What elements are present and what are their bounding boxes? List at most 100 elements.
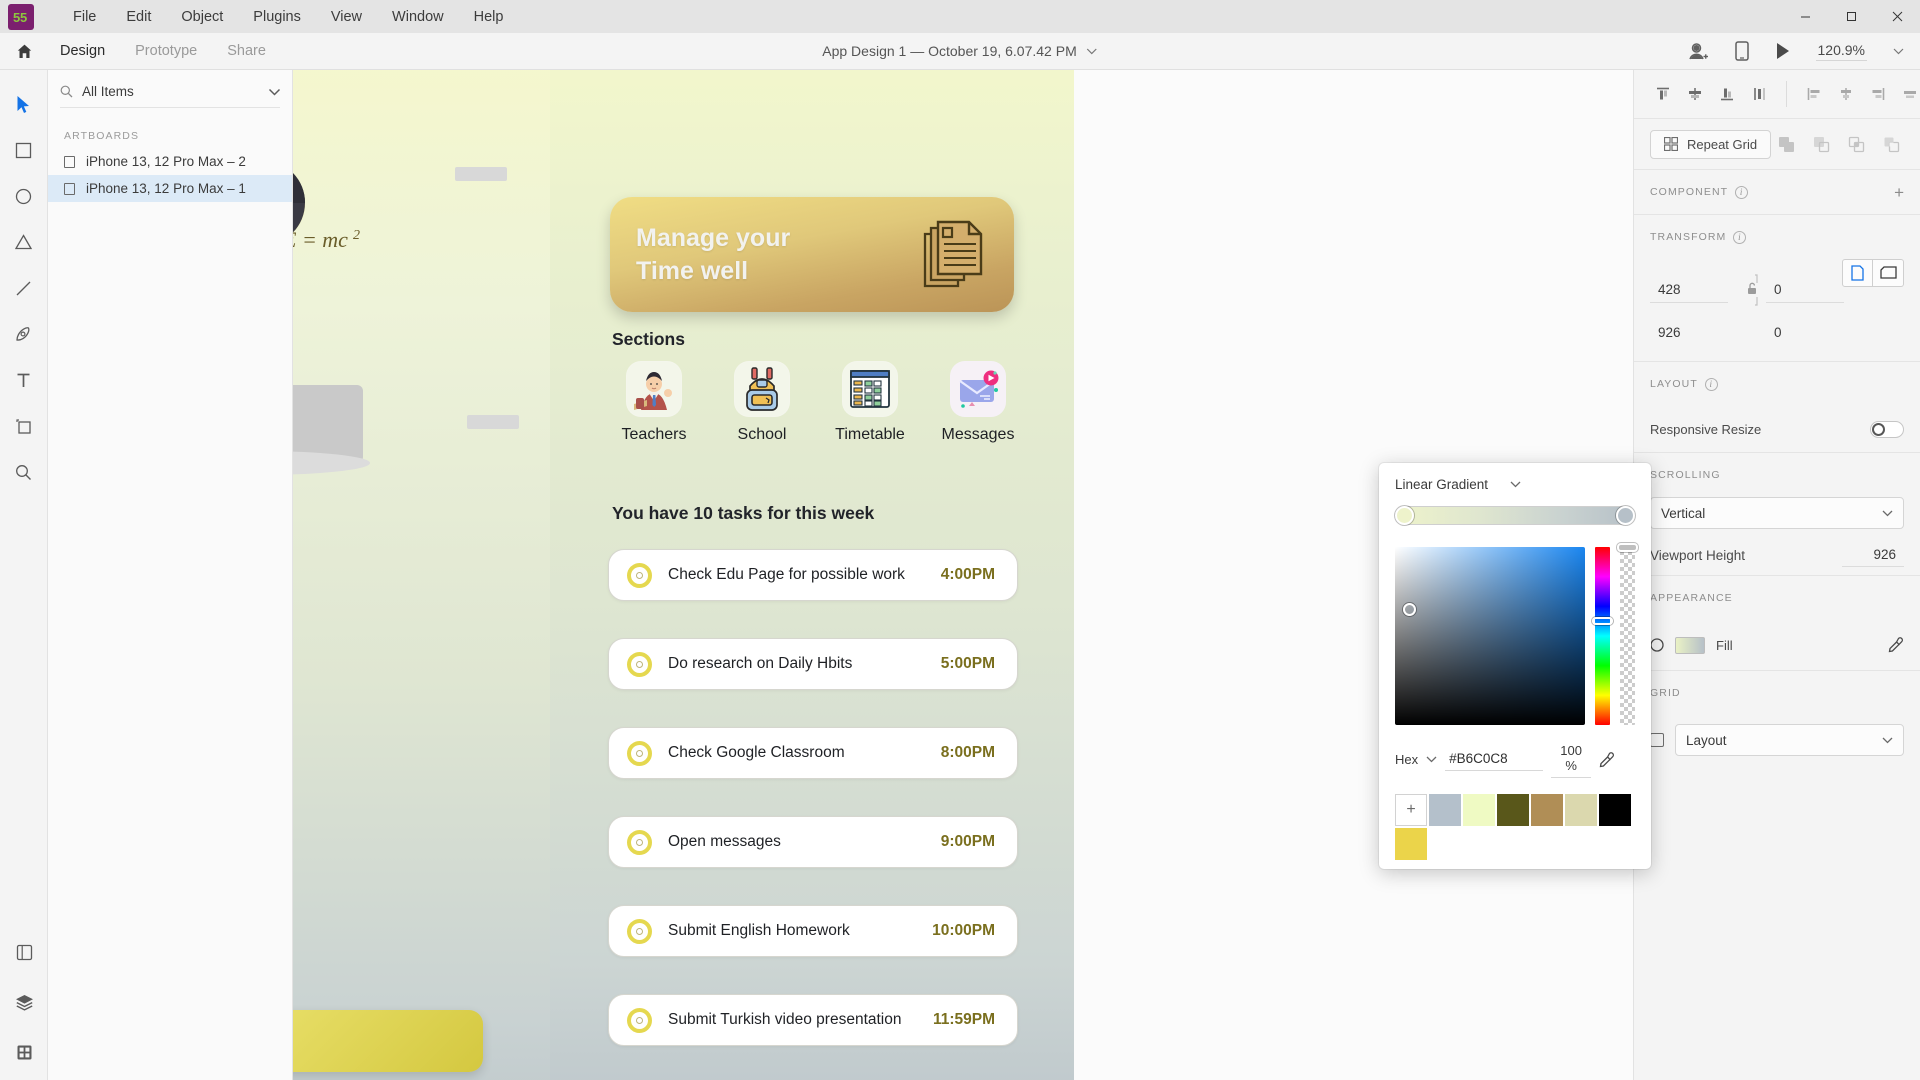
layers-search-input[interactable] <box>82 84 259 99</box>
distribute-horizontal-icon[interactable] <box>1897 81 1920 107</box>
swatch[interactable] <box>1565 794 1597 826</box>
align-left-icon[interactable] <box>1801 81 1827 107</box>
gradient-stop-start[interactable] <box>1395 506 1414 525</box>
section-item-teachers[interactable]: Teachers <box>606 361 702 444</box>
boolean-exclude-icon[interactable] <box>1878 131 1904 157</box>
boolean-intersect-icon[interactable] <box>1843 131 1869 157</box>
swatch[interactable] <box>1463 794 1495 826</box>
gradient-type-select[interactable]: Linear Gradient <box>1395 477 1635 492</box>
zoom-chevron-down-icon[interactable] <box>1893 48 1904 55</box>
minimize-button[interactable] <box>1782 0 1828 33</box>
tab-share[interactable]: Share <box>225 41 268 61</box>
color-format-chevron-down-icon[interactable] <box>1426 756 1437 763</box>
section-item-school[interactable]: School <box>714 361 810 444</box>
task-row[interactable]: Submit English Homework 10:00PM <box>608 905 1018 957</box>
eyedropper-icon[interactable] <box>1888 637 1904 653</box>
x-position-field[interactable]: 0 <box>1766 278 1844 303</box>
task-row[interactable]: Check Google Classroom 8:00PM <box>608 727 1018 779</box>
ellipse-tool[interactable] <box>7 182 41 210</box>
grid-enabled-checkbox[interactable] <box>1650 733 1664 747</box>
section-item-timetable[interactable]: Timetable <box>822 361 918 444</box>
sidebar-item-artboard-1[interactable]: iPhone 13, 12 Pro Max – 1 <box>48 175 292 202</box>
menu-file[interactable]: File <box>58 4 111 30</box>
align-right-icon[interactable] <box>1865 81 1891 107</box>
task-row[interactable]: Do research on Daily Hbits 5:00PM <box>608 638 1018 690</box>
alpha-slider[interactable] <box>1617 543 1638 725</box>
alpha-selector-handle[interactable] <box>1617 543 1638 552</box>
repeat-grid-button[interactable]: Repeat Grid <box>1650 129 1772 159</box>
polygon-tool[interactable] <box>7 228 41 256</box>
menu-window[interactable]: Window <box>377 4 459 30</box>
grid-type-select[interactable]: Layout <box>1675 724 1904 756</box>
eyedropper-icon[interactable] <box>1599 751 1615 768</box>
align-bottom-icon[interactable] <box>1714 81 1740 107</box>
line-tool[interactable] <box>7 274 41 302</box>
artboard2-cta-button[interactable] <box>293 1010 483 1072</box>
layers-filter-chevron-down-icon[interactable] <box>268 88 281 96</box>
y-position-field[interactable]: 0 <box>1766 321 1844 345</box>
task-row[interactable]: Check Edu Page for possible work 4:00PM <box>608 549 1018 601</box>
swatch[interactable] <box>1429 794 1461 826</box>
landscape-orientation-button[interactable] <box>1873 259 1904 287</box>
menu-plugins[interactable]: Plugins <box>238 4 316 30</box>
task-checkbox-icon[interactable] <box>627 740 652 766</box>
responsive-resize-toggle[interactable] <box>1870 420 1904 438</box>
height-field[interactable]: 926 <box>1650 321 1728 345</box>
artboard-tool[interactable] <box>7 412 41 440</box>
menu-object[interactable]: Object <box>166 4 238 30</box>
task-row[interactable]: Submit Turkish video presentation 11:59P… <box>608 994 1018 1046</box>
portrait-orientation-button[interactable] <box>1842 259 1873 287</box>
swatch[interactable] <box>1599 794 1631 826</box>
document-title-area[interactable]: App Design 1 — October 19, 6.07.42 PM <box>822 43 1098 59</box>
close-button[interactable] <box>1874 0 1920 33</box>
task-checkbox-icon[interactable] <box>627 918 652 944</box>
saturation-value-area[interactable] <box>1395 547 1585 725</box>
gradient-stop-end[interactable] <box>1616 506 1635 525</box>
menu-view[interactable]: View <box>316 4 377 30</box>
zoom-tool[interactable] <box>7 458 41 486</box>
hue-selector-handle[interactable] <box>1592 617 1613 625</box>
info-icon[interactable]: i <box>1735 185 1749 199</box>
menu-help[interactable]: Help <box>459 4 519 30</box>
sv-selector-handle[interactable] <box>1403 603 1416 616</box>
width-field[interactable]: 428 <box>1650 278 1728 303</box>
gradient-slider[interactable] <box>1395 506 1635 525</box>
home-icon[interactable] <box>0 33 48 70</box>
opacity-input[interactable]: 100 % <box>1551 741 1592 778</box>
hue-slider[interactable] <box>1592 547 1613 725</box>
swatch[interactable] <box>1531 794 1563 826</box>
layers-panel-icon[interactable] <box>7 988 41 1016</box>
color-picker-popup[interactable]: Linear Gradient Hex #B6C0C8 100 % + <box>1379 463 1651 869</box>
boolean-add-icon[interactable] <box>1773 131 1799 157</box>
swatch[interactable] <box>1395 828 1427 860</box>
mobile-preview-icon[interactable] <box>1734 41 1749 61</box>
fill-color-swatch[interactable] <box>1675 636 1705 654</box>
pen-tool[interactable] <box>7 320 41 348</box>
hero-card[interactable]: Manage your Time well <box>610 197 1014 312</box>
task-checkbox-icon[interactable] <box>627 562 652 588</box>
align-vertical-center-icon[interactable] <box>1682 81 1708 107</box>
task-checkbox-icon[interactable] <box>627 829 652 855</box>
viewport-height-field[interactable]: 926 <box>1842 544 1904 567</box>
artboard-iphone-1[interactable]: Manage your Time well Sections Teachers … <box>550 70 1074 1080</box>
tab-design[interactable]: Design <box>58 41 107 61</box>
select-tool[interactable] <box>7 90 41 118</box>
section-item-messages[interactable]: Messages <box>930 361 1026 444</box>
info-icon[interactable]: i <box>1733 230 1747 244</box>
zoom-level[interactable]: 120.9% <box>1815 42 1867 61</box>
maximize-button[interactable] <box>1828 0 1874 33</box>
add-component-button[interactable]: + <box>1894 184 1904 201</box>
chevron-down-icon[interactable] <box>1087 48 1098 55</box>
task-row[interactable]: Open messages 9:00PM <box>608 816 1018 868</box>
tab-prototype[interactable]: Prototype <box>133 41 199 61</box>
plugins-panel-icon[interactable] <box>7 1038 41 1066</box>
lock-aspect-ratio-toggle[interactable] <box>1736 259 1766 321</box>
align-top-icon[interactable] <box>1650 81 1676 107</box>
scrolling-mode-select[interactable]: Vertical <box>1650 497 1904 529</box>
artboard-iphone-2[interactable]: E = mc 2 o Demo! to give home <box>293 70 577 1080</box>
play-preview-icon[interactable] <box>1775 42 1790 60</box>
distribute-vertical-icon[interactable] <box>1833 81 1859 107</box>
menu-edit[interactable]: Edit <box>111 4 166 30</box>
task-checkbox-icon[interactable] <box>627 651 652 677</box>
task-checkbox-icon[interactable] <box>627 1007 652 1033</box>
